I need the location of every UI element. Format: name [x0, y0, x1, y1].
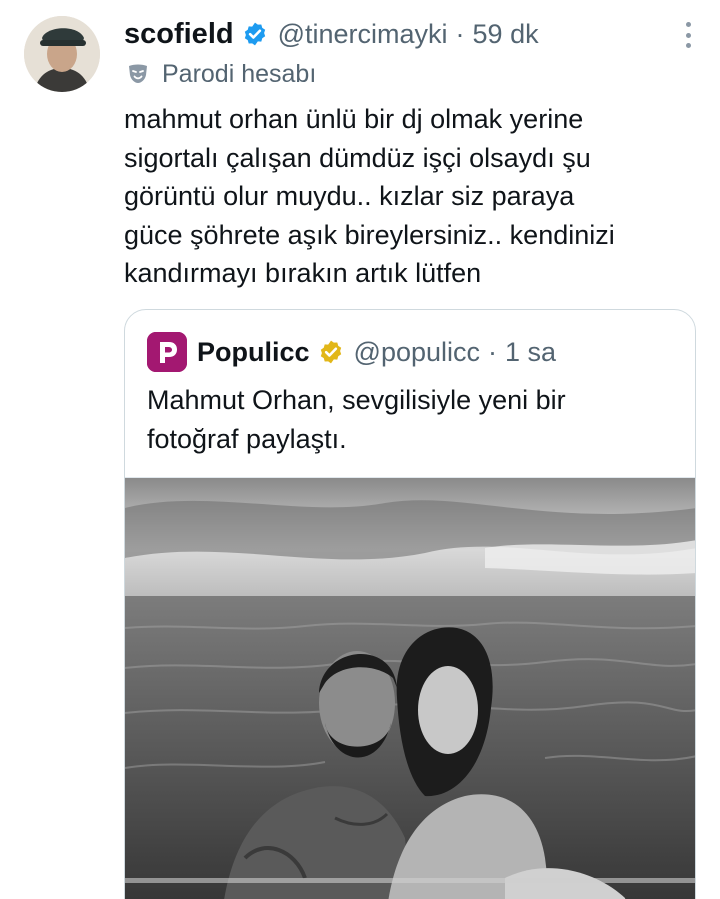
quoted-handle[interactable]: @populicc — [354, 337, 480, 368]
verified-badge-icon — [244, 22, 265, 46]
couple-sea-photo — [125, 478, 695, 899]
quoted-text: Mahmut Orhan, sevgilisiyle yeni bir foto… — [147, 385, 566, 454]
user-handle[interactable]: @tinercimayki — [278, 19, 448, 50]
quoted-avatar[interactable] — [147, 332, 187, 372]
separator-dot: · — [455, 18, 465, 49]
avatar-image — [24, 16, 100, 92]
quoted-timestamp[interactable]: 1 sa — [505, 337, 556, 368]
quoted-header: Populicc @populicc · 1 sa — [147, 332, 556, 372]
parody-label-row: Parodi hesabı — [126, 58, 316, 90]
tweet-text: mahmut orhan ünlü bir dj olmak yerine si… — [124, 104, 615, 288]
more-vertical-icon[interactable] — [684, 22, 692, 48]
gold-verified-badge-icon — [320, 340, 341, 364]
quoted-photo[interactable] — [125, 477, 695, 899]
quoted-separator-dot: · — [488, 336, 498, 367]
parody-label: Parodi hesabı — [162, 59, 317, 88]
quoted-display-name[interactable]: Populicc — [197, 337, 310, 368]
parody-mask-icon — [129, 64, 147, 83]
avatar[interactable] — [24, 16, 100, 92]
display-name[interactable]: scofield — [124, 18, 234, 51]
tweet-header: scofield @tinercimayki · 59 dk — [124, 14, 700, 54]
timestamp[interactable]: 59 dk — [473, 19, 539, 50]
populicc-logo-icon — [147, 332, 187, 372]
quoted-tweet[interactable]: Populicc @populicc · 1 sa Mahmut Orhan, … — [124, 309, 696, 899]
